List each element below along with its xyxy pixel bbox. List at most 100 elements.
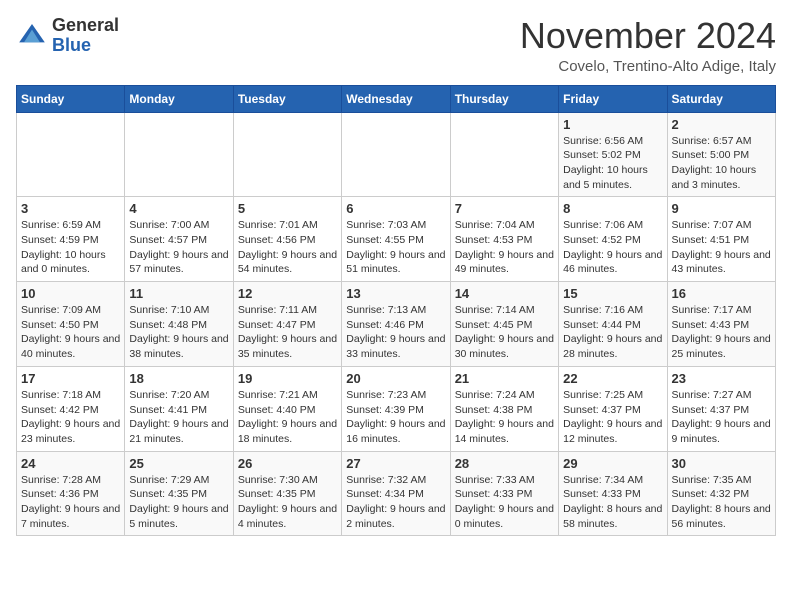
header-sunday: Sunday: [17, 85, 125, 112]
day-detail: Sunrise: 7:24 AMSunset: 4:38 PMDaylight:…: [455, 388, 554, 447]
calendar-header-row: SundayMondayTuesdayWednesdayThursdayFrid…: [17, 85, 776, 112]
day-cell: 4Sunrise: 7:00 AMSunset: 4:57 PMDaylight…: [125, 197, 233, 282]
day-number: 1: [563, 117, 662, 132]
day-cell: 30 Sunrise: 7:35 AMSunset: 4:32 PMDayligh…: [667, 451, 775, 536]
day-cell: 12 Sunrise: 7:11 AMSunset: 4:47 PMDayligh…: [233, 282, 341, 367]
day-detail: Sunrise: 7:03 AMSunset: 4:55 PMDaylight:…: [346, 218, 445, 277]
day-cell: 15Sunrise: 7:16 AMSunset: 4:44 PMDayligh…: [559, 282, 667, 367]
day-detail: Sunrise: 7:33 AMSunset: 4:33 PMDaylight:…: [455, 473, 554, 532]
day-detail: Sunrise: 7:18 AMSunset: 4:42 PMDaylight:…: [21, 388, 120, 447]
header-monday: Monday: [125, 85, 233, 112]
header-thursday: Thursday: [450, 85, 558, 112]
day-number: 7: [455, 201, 554, 216]
day-cell: 19Sunrise: 7:21 AMSunset: 4:40 PMDayligh…: [233, 366, 341, 451]
day-cell: 24 Sunrise: 7:28 AMSunset: 4:36 PMDayligh…: [17, 451, 125, 536]
day-detail: Sunrise: 7:34 AMSunset: 4:33 PMDaylight:…: [563, 473, 662, 532]
day-detail: Sunrise: 7:13 AMSunset: 4:46 PMDaylight:…: [346, 303, 445, 362]
day-cell: 23Sunrise: 7:27 AMSunset: 4:37 PMDayligh…: [667, 366, 775, 451]
page-header: General Blue November 2024 Covelo, Trent…: [16, 16, 776, 75]
day-cell: 8 Sunrise: 7:06 AMSunset: 4:52 PMDaylight…: [559, 197, 667, 282]
day-number: 20: [346, 371, 445, 386]
day-number: 12: [238, 286, 337, 301]
week-row-4: 17 Sunrise: 7:18 AMSunset: 4:42 PMDayligh…: [17, 366, 776, 451]
header-tuesday: Tuesday: [233, 85, 341, 112]
header-saturday: Saturday: [667, 85, 775, 112]
day-cell: 22 Sunrise: 7:25 AMSunset: 4:37 PMDayligh…: [559, 366, 667, 451]
day-cell: 3 Sunrise: 6:59 AMSunset: 4:59 PMDaylight…: [17, 197, 125, 282]
day-cell: 25 Sunrise: 7:29 AMSunset: 4:35 PMDayligh…: [125, 451, 233, 536]
day-detail: Sunrise: 7:07 AMSunset: 4:51 PMDaylight:…: [672, 218, 771, 277]
day-number: 6: [346, 201, 445, 216]
day-number: 3: [21, 201, 120, 216]
day-cell: 27 Sunrise: 7:32 AMSunset: 4:34 PMDayligh…: [342, 451, 450, 536]
header-friday: Friday: [559, 85, 667, 112]
day-cell: [17, 112, 125, 197]
day-number: 14: [455, 286, 554, 301]
day-cell: 1 Sunrise: 6:56 AMSunset: 5:02 PMDaylight…: [559, 112, 667, 197]
day-cell: 18Sunrise: 7:20 AMSunset: 4:41 PMDayligh…: [125, 366, 233, 451]
day-cell: [342, 112, 450, 197]
day-cell: 2Sunrise: 6:57 AMSunset: 5:00 PMDaylight…: [667, 112, 775, 197]
day-number: 23: [672, 371, 771, 386]
day-cell: 16 Sunrise: 7:17 AMSunset: 4:43 PMDayligh…: [667, 282, 775, 367]
day-number: 25: [129, 456, 228, 471]
day-cell: [125, 112, 233, 197]
day-number: 28: [455, 456, 554, 471]
day-cell: 9 Sunrise: 7:07 AMSunset: 4:51 PMDaylight…: [667, 197, 775, 282]
logo-icon: [16, 20, 48, 52]
day-number: 9: [672, 201, 771, 216]
day-detail: Sunrise: 7:30 AMSunset: 4:35 PMDaylight:…: [238, 473, 337, 532]
day-number: 26: [238, 456, 337, 471]
day-number: 18: [129, 371, 228, 386]
day-detail: Sunrise: 7:28 AMSunset: 4:36 PMDaylight:…: [21, 473, 120, 532]
day-number: 24: [21, 456, 120, 471]
day-number: 22: [563, 371, 662, 386]
month-title: November 2024: [520, 16, 776, 56]
day-cell: 6 Sunrise: 7:03 AMSunset: 4:55 PMDaylight…: [342, 197, 450, 282]
day-detail: Sunrise: 7:11 AMSunset: 4:47 PMDaylight:…: [238, 303, 337, 362]
week-row-5: 24 Sunrise: 7:28 AMSunset: 4:36 PMDayligh…: [17, 451, 776, 536]
logo-blue-text: Blue: [52, 35, 91, 55]
calendar-table: SundayMondayTuesdayWednesdayThursdayFrid…: [16, 85, 776, 537]
day-detail: Sunrise: 6:57 AMSunset: 5:00 PMDaylight:…: [672, 134, 771, 193]
day-detail: Sunrise: 7:00 AMSunset: 4:57 PMDaylight:…: [129, 218, 228, 277]
day-number: 8: [563, 201, 662, 216]
day-detail: Sunrise: 7:10 AMSunset: 4:48 PMDaylight:…: [129, 303, 228, 362]
day-cell: 28 Sunrise: 7:33 AMSunset: 4:33 PMDayligh…: [450, 451, 558, 536]
day-number: 13: [346, 286, 445, 301]
day-cell: 21 Sunrise: 7:24 AMSunset: 4:38 PMDayligh…: [450, 366, 558, 451]
title-block: November 2024 Covelo, Trentino-Alto Adig…: [520, 16, 776, 75]
day-cell: 20 Sunrise: 7:23 AMSunset: 4:39 PMDayligh…: [342, 366, 450, 451]
week-row-3: 10 Sunrise: 7:09 AMSunset: 4:50 PMDayligh…: [17, 282, 776, 367]
day-detail: Sunrise: 7:29 AMSunset: 4:35 PMDaylight:…: [129, 473, 228, 532]
day-cell: 17 Sunrise: 7:18 AMSunset: 4:42 PMDayligh…: [17, 366, 125, 451]
day-detail: Sunrise: 6:59 AMSunset: 4:59 PMDaylight:…: [21, 218, 120, 277]
day-detail: Sunrise: 7:25 AMSunset: 4:37 PMDaylight:…: [563, 388, 662, 447]
day-cell: 10 Sunrise: 7:09 AMSunset: 4:50 PMDayligh…: [17, 282, 125, 367]
day-cell: [233, 112, 341, 197]
day-detail: Sunrise: 7:04 AMSunset: 4:53 PMDaylight:…: [455, 218, 554, 277]
day-number: 16: [672, 286, 771, 301]
logo-general-text: General: [52, 15, 119, 35]
location-text: Covelo, Trentino-Alto Adige, Italy: [520, 58, 776, 75]
day-number: 21: [455, 371, 554, 386]
day-detail: Sunrise: 7:32 AMSunset: 4:34 PMDaylight:…: [346, 473, 445, 532]
day-number: 27: [346, 456, 445, 471]
day-number: 17: [21, 371, 120, 386]
logo: General Blue: [16, 16, 119, 56]
day-cell: 11Sunrise: 7:10 AMSunset: 4:48 PMDayligh…: [125, 282, 233, 367]
day-cell: 26 Sunrise: 7:30 AMSunset: 4:35 PMDayligh…: [233, 451, 341, 536]
day-cell: 13 Sunrise: 7:13 AMSunset: 4:46 PMDayligh…: [342, 282, 450, 367]
day-detail: Sunrise: 7:06 AMSunset: 4:52 PMDaylight:…: [563, 218, 662, 277]
day-detail: Sunrise: 7:35 AMSunset: 4:32 PMDaylight:…: [672, 473, 771, 532]
day-detail: Sunrise: 7:09 AMSunset: 4:50 PMDaylight:…: [21, 303, 120, 362]
day-detail: Sunrise: 7:16 AMSunset: 4:44 PMDaylight:…: [563, 303, 662, 362]
day-number: 30: [672, 456, 771, 471]
day-detail: Sunrise: 7:21 AMSunset: 4:40 PMDaylight:…: [238, 388, 337, 447]
day-detail: Sunrise: 7:17 AMSunset: 4:43 PMDaylight:…: [672, 303, 771, 362]
day-number: 5: [238, 201, 337, 216]
day-detail: Sunrise: 7:23 AMSunset: 4:39 PMDaylight:…: [346, 388, 445, 447]
day-detail: Sunrise: 6:56 AMSunset: 5:02 PMDaylight:…: [563, 134, 662, 193]
day-number: 10: [21, 286, 120, 301]
day-detail: Sunrise: 7:01 AMSunset: 4:56 PMDaylight:…: [238, 218, 337, 277]
